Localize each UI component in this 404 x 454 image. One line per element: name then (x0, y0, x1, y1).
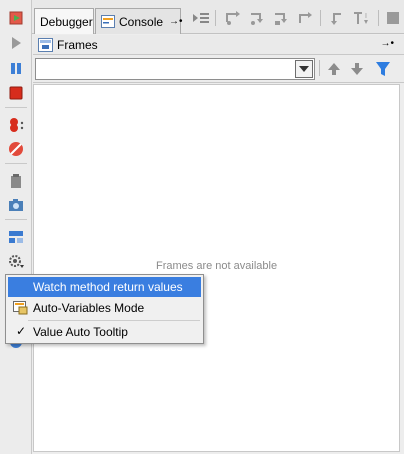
mute-breakpoints-icon[interactable] (6, 139, 26, 159)
view-breakpoints-icon[interactable] (6, 115, 26, 135)
force-step-into-icon[interactable] (271, 8, 291, 28)
step-out-icon[interactable] (295, 8, 315, 28)
stop-icon[interactable] (6, 83, 26, 103)
chevron-down-icon[interactable] (295, 60, 313, 78)
pause-icon[interactable] (6, 58, 26, 78)
frames-list[interactable]: Frames are not available (33, 84, 400, 452)
tab-debugger-label: Debugger (40, 14, 93, 29)
toolbar-divider (5, 219, 27, 220)
left-toolbar (0, 0, 32, 454)
frames-title: Frames (57, 38, 98, 52)
menu-item-watch-return-values[interactable]: Watch method return values (8, 277, 201, 297)
toolbar-divider (320, 10, 321, 26)
toolbar-divider (378, 10, 379, 26)
tab-console[interactable]: Console →• (95, 8, 183, 34)
toolbar-divider (319, 60, 320, 76)
menu-item-value-auto-tooltip[interactable]: ✓ Value Auto Tooltip (8, 322, 201, 342)
thread-select[interactable] (35, 58, 315, 80)
menu-item-label: Watch method return values (33, 280, 183, 294)
arrow-up-icon[interactable] (324, 59, 344, 79)
menu-item-label: Auto-Variables Mode (33, 301, 145, 315)
frames-toolbar (33, 55, 404, 83)
toolbar-divider (215, 10, 216, 26)
settings-popup-menu: Watch method return values Auto-Variable… (5, 274, 204, 344)
pin-icon[interactable]: →• (380, 38, 394, 49)
menu-item-auto-variables[interactable]: Auto-Variables Mode (8, 298, 201, 318)
filter-icon[interactable] (373, 59, 393, 79)
drop-frame-icon[interactable] (328, 8, 348, 28)
tab-console-label: Console (119, 14, 164, 29)
auto-variables-icon (13, 301, 28, 318)
show-execution-point-icon[interactable] (191, 8, 211, 28)
arrow-down-icon[interactable] (347, 59, 367, 79)
step-over-icon[interactable] (223, 8, 243, 28)
toolbar-divider (5, 163, 27, 164)
empty-frames-message: Frames are not available (156, 260, 278, 272)
frames-panel-header: Frames →• (33, 35, 404, 55)
settings-gear-icon[interactable] (6, 251, 26, 271)
step-into-icon[interactable] (247, 8, 267, 28)
evaluate-expression-icon[interactable] (384, 8, 404, 28)
console-icon (101, 15, 115, 28)
menu-item-label: Value Auto Tooltip (33, 325, 128, 339)
run-to-cursor-icon[interactable]: I (352, 8, 372, 28)
thread-dump-icon[interactable] (6, 171, 26, 191)
tab-debugger[interactable]: Debugger (34, 8, 94, 34)
svg-text:I: I (365, 13, 367, 20)
toolbar-divider (5, 107, 27, 108)
camera-icon[interactable] (6, 195, 26, 215)
pin-icon[interactable]: →• (169, 16, 183, 27)
resume-icon[interactable] (6, 33, 26, 53)
debug-tab-bar: Debugger Console →• I (32, 0, 404, 34)
check-icon: ✓ (16, 324, 27, 338)
restore-layout-icon[interactable] (6, 227, 26, 247)
frames-icon (38, 38, 53, 55)
menu-divider (28, 320, 200, 321)
rerun-icon[interactable] (6, 8, 26, 28)
